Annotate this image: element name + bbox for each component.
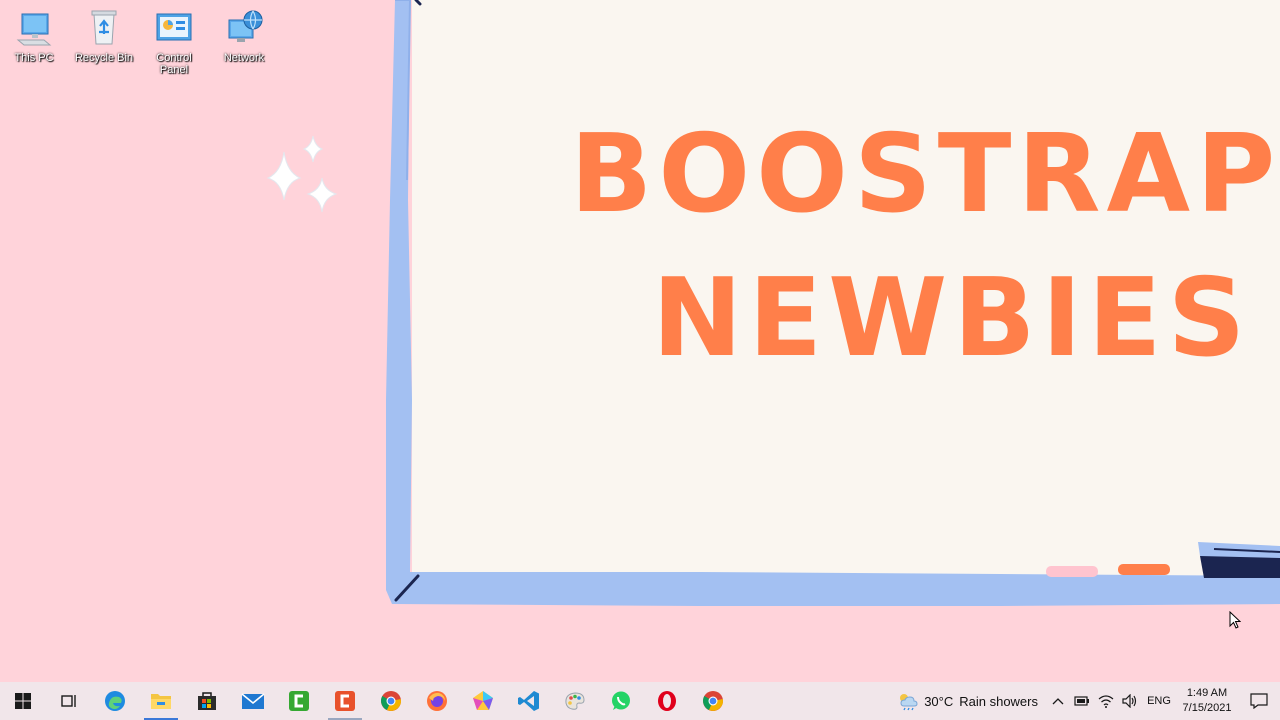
system-tray: 30°C Rain showers ENG 1:49 AM 7/15/2021 <box>888 682 1280 720</box>
taskbar-app-firefox[interactable] <box>414 682 460 720</box>
input-language-indicator[interactable]: ENG <box>1142 682 1176 720</box>
wifi-icon <box>1098 695 1114 708</box>
desktop-icon-label: This PC <box>14 52 54 64</box>
file-explorer-icon <box>151 694 171 709</box>
action-center-button[interactable] <box>1238 682 1280 720</box>
show-hidden-icons-button[interactable] <box>1046 682 1070 720</box>
chevron-up-icon <box>1052 698 1064 705</box>
paint-icon <box>565 692 585 710</box>
clock-date: 7/15/2021 <box>1182 702 1232 714</box>
taskbar-app-chrome[interactable] <box>368 682 414 720</box>
start-icon <box>15 693 31 709</box>
desktop-wallpaper: BOOSTRAP NEWBIES <box>0 0 1280 682</box>
control-panel-icon <box>156 13 192 41</box>
taskbar-app-file-explorer[interactable] <box>138 682 184 720</box>
wallpaper-title-line2: NEWBIES <box>652 256 1252 381</box>
battery-icon <box>1074 696 1089 706</box>
mail-icon <box>241 693 265 709</box>
taskbar-app-edge[interactable] <box>92 682 138 720</box>
task-view-button[interactable] <box>46 682 92 720</box>
notification-icon <box>1250 693 1268 709</box>
wallpaper-title-line1: BOOSTRAP <box>570 112 1280 237</box>
taskbar-app-chrome-2[interactable] <box>690 682 736 720</box>
whatsapp-icon <box>612 691 630 710</box>
chrome-icon <box>703 691 723 711</box>
taskbar-app-mail[interactable] <box>230 682 276 720</box>
desktop-icon-network[interactable]: Network <box>212 8 276 64</box>
this-pc-icon <box>16 13 52 46</box>
task-view-icon <box>61 695 76 707</box>
chrome-icon <box>381 691 401 711</box>
taskbar-app-paint[interactable] <box>552 682 598 720</box>
rain-showers-icon <box>900 694 918 711</box>
firefox-icon <box>427 691 447 711</box>
desktop-icon-label: Recycle Bin <box>74 52 134 64</box>
desktop-icon-recycle-bin[interactable]: Recycle Bin <box>72 8 136 64</box>
store-icon <box>198 692 216 710</box>
desktop-icon-label: Control Panel <box>156 52 192 76</box>
taskbar-app-vscode[interactable] <box>506 682 552 720</box>
vscode-icon <box>518 691 539 711</box>
recycle-bin-icon <box>91 10 117 45</box>
clock-time: 1:49 AM <box>1186 687 1228 699</box>
edge-icon <box>105 691 125 711</box>
office-icon <box>335 691 355 711</box>
volume-button[interactable] <box>1118 682 1142 720</box>
mouse-cursor-icon <box>1229 611 1241 629</box>
taskbar-app-polypane[interactable] <box>460 682 506 720</box>
opera-icon <box>658 691 676 711</box>
taskbar-app-office[interactable] <box>322 682 368 720</box>
desktop-icon-control-panel[interactable]: Control Panel <box>142 8 206 76</box>
taskbar-app-store[interactable] <box>184 682 230 720</box>
battery-button[interactable] <box>1070 682 1094 720</box>
clock[interactable]: 1:49 AM 7/15/2021 <box>1176 682 1238 720</box>
start-button[interactable] <box>0 682 46 720</box>
polypane-icon <box>473 691 493 710</box>
volume-icon <box>1122 694 1137 708</box>
weather-condition: Rain showers <box>959 693 1038 709</box>
network-icon <box>228 10 263 42</box>
taskbar-app-camtasia[interactable] <box>276 682 322 720</box>
camtasia-icon <box>289 691 309 711</box>
desktop-icon-this-pc[interactable]: This PC <box>2 8 66 64</box>
wifi-button[interactable] <box>1094 682 1118 720</box>
taskbar-app-whatsapp[interactable] <box>598 682 644 720</box>
weather-temperature: 30°C <box>924 693 954 709</box>
desktop-icon-label: Network <box>223 52 265 64</box>
taskbar: 30°C Rain showers ENG 1:49 AM 7/15/2021 <box>0 682 1280 720</box>
taskbar-app-opera[interactable] <box>644 682 690 720</box>
weather-widget[interactable]: 30°C Rain showers <box>888 682 1046 720</box>
